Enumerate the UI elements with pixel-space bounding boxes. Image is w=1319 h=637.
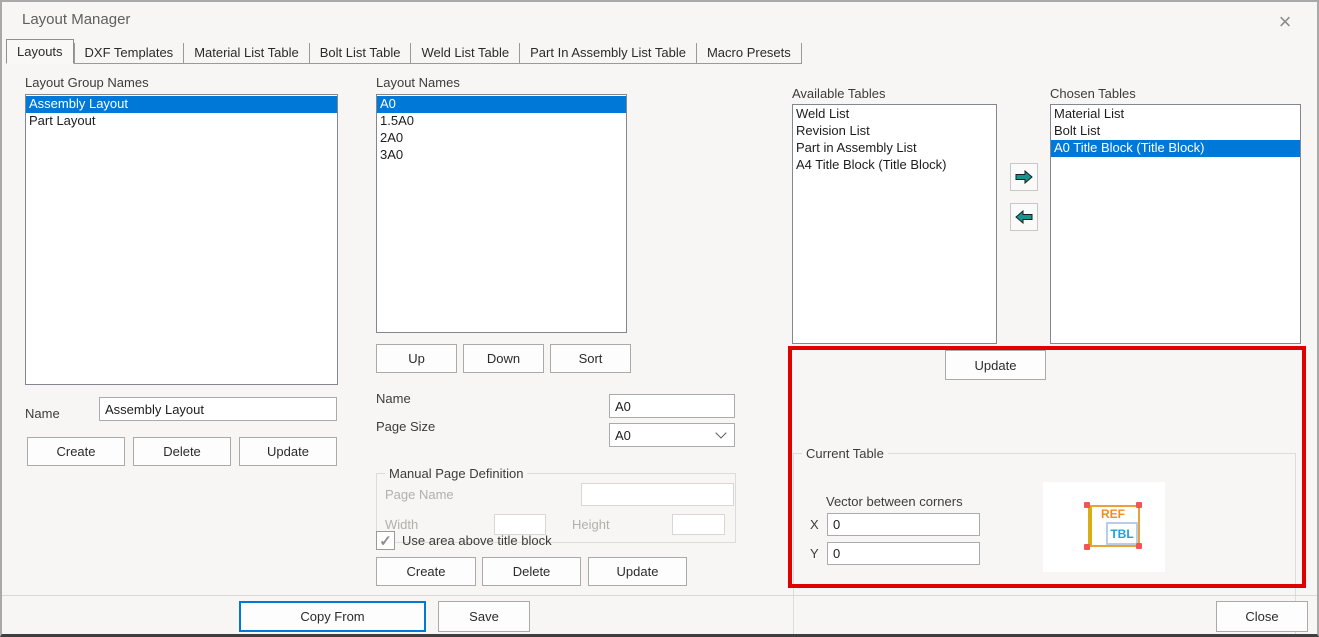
list-item[interactable]: 2A0 bbox=[377, 130, 626, 147]
list-item[interactable]: Assembly Layout bbox=[26, 96, 337, 113]
layout-group-names-label: Layout Group Names bbox=[25, 75, 149, 90]
group-name-label: Name bbox=[25, 406, 60, 421]
height-input[interactable] bbox=[672, 514, 725, 535]
page-size-label: Page Size bbox=[376, 419, 435, 434]
current-table-title: Current Table bbox=[802, 446, 888, 461]
check-icon: ✓ bbox=[379, 532, 392, 550]
group-update-button[interactable]: Update bbox=[239, 437, 337, 466]
page-name-input[interactable] bbox=[581, 483, 734, 506]
page-size-value: A0 bbox=[615, 428, 631, 443]
use-area-above-title-block-checkbox[interactable]: ✓ bbox=[376, 531, 395, 550]
vector-y-input[interactable] bbox=[827, 542, 980, 565]
window-close-button[interactable]: × bbox=[1268, 8, 1302, 36]
height-label: Height bbox=[572, 517, 610, 532]
chevron-down-icon bbox=[715, 427, 726, 438]
corner-dot bbox=[1136, 543, 1142, 549]
save-button[interactable]: Save bbox=[438, 601, 530, 632]
tab-material-list-table[interactable]: Material List Table bbox=[184, 43, 310, 64]
arrow-left-icon bbox=[1015, 210, 1033, 224]
layout-name-label: Name bbox=[376, 391, 411, 406]
tab-label: Material List Table bbox=[194, 45, 299, 60]
footer-divider bbox=[2, 595, 1319, 596]
list-item[interactable]: Part in Assembly List bbox=[793, 140, 996, 157]
tab-label: Part In Assembly List Table bbox=[530, 45, 686, 60]
up-button[interactable]: Up bbox=[376, 344, 457, 373]
layout-delete-button[interactable]: Delete bbox=[482, 557, 581, 586]
vector-x-label: X bbox=[810, 517, 819, 532]
tab-label: Bolt List Table bbox=[320, 45, 401, 60]
tab-bolt-list-table[interactable]: Bolt List Table bbox=[310, 43, 412, 64]
tab-label: DXF Templates bbox=[85, 45, 174, 60]
use-area-above-title-block-label: Use area above title block bbox=[402, 533, 552, 548]
group-create-button[interactable]: Create bbox=[27, 437, 125, 466]
layout-names-label: Layout Names bbox=[376, 75, 460, 90]
layout-name-input[interactable] bbox=[609, 394, 735, 418]
corner-reference-diagram: REF TBL bbox=[1043, 482, 1165, 572]
move-left-button[interactable] bbox=[1010, 203, 1038, 231]
list-item[interactable]: Weld List bbox=[793, 106, 996, 123]
available-tables-label: Available Tables bbox=[792, 86, 885, 101]
layout-names-listbox[interactable]: A0 1.5A0 2A0 3A0 bbox=[376, 94, 627, 333]
vector-x-input[interactable] bbox=[827, 513, 980, 536]
list-item[interactable]: Revision List bbox=[793, 123, 996, 140]
width-input[interactable] bbox=[494, 514, 546, 535]
sort-button[interactable]: Sort bbox=[550, 344, 631, 373]
layout-manager-dialog: Layout Manager × Layouts DXF Templates M… bbox=[0, 0, 1319, 637]
list-item[interactable]: 3A0 bbox=[377, 147, 626, 164]
list-item[interactable]: Bolt List bbox=[1051, 123, 1300, 140]
move-right-button[interactable] bbox=[1010, 163, 1038, 191]
list-item[interactable]: 1.5A0 bbox=[377, 113, 626, 130]
manual-page-definition-title: Manual Page Definition bbox=[385, 466, 527, 481]
corner-dot bbox=[1136, 502, 1142, 508]
vector-y-label: Y bbox=[810, 546, 819, 561]
close-button[interactable]: Close bbox=[1216, 601, 1308, 632]
list-item[interactable]: Material List bbox=[1051, 106, 1300, 123]
page-size-select[interactable]: A0 bbox=[609, 423, 735, 447]
tab-part-in-assembly-list-table[interactable]: Part In Assembly List Table bbox=[520, 43, 697, 64]
tab-weld-list-table[interactable]: Weld List Table bbox=[411, 43, 520, 64]
tab-label: Weld List Table bbox=[421, 45, 509, 60]
available-tables-listbox[interactable]: Weld List Revision List Part in Assembly… bbox=[792, 104, 997, 344]
current-table-update-button[interactable]: Update bbox=[945, 350, 1046, 380]
list-item[interactable]: Part Layout bbox=[26, 113, 337, 130]
tbl-label: TBL bbox=[1110, 527, 1133, 541]
group-name-input[interactable] bbox=[99, 397, 337, 421]
chosen-tables-label: Chosen Tables bbox=[1050, 86, 1136, 101]
tab-dxf-templates[interactable]: DXF Templates bbox=[74, 43, 185, 64]
group-delete-button[interactable]: Delete bbox=[133, 437, 231, 466]
chosen-tables-listbox[interactable]: Material List Bolt List A0 Title Block (… bbox=[1050, 104, 1301, 344]
list-item[interactable]: A4 Title Block (Title Block) bbox=[793, 157, 996, 174]
width-label: Width bbox=[385, 517, 418, 532]
close-icon: × bbox=[1279, 11, 1292, 33]
copy-from-button[interactable]: Copy From bbox=[239, 601, 426, 632]
page-name-label: Page Name bbox=[385, 487, 454, 502]
list-item[interactable]: A0 Title Block (Title Block) bbox=[1051, 140, 1300, 157]
tab-label: Layouts bbox=[17, 44, 63, 59]
layout-create-button[interactable]: Create bbox=[376, 557, 476, 586]
layout-update-button[interactable]: Update bbox=[588, 557, 687, 586]
arrow-right-icon bbox=[1015, 170, 1033, 184]
tbl-box-shape: TBL bbox=[1106, 522, 1138, 545]
vector-between-corners-label: Vector between corners bbox=[826, 494, 963, 509]
tab-label: Macro Presets bbox=[707, 45, 791, 60]
down-button[interactable]: Down bbox=[463, 344, 544, 373]
corner-dot bbox=[1084, 544, 1090, 550]
ref-label: REF bbox=[1101, 507, 1125, 521]
list-item[interactable]: A0 bbox=[377, 96, 626, 113]
tab-strip: Layouts DXF Templates Material List Tabl… bbox=[6, 39, 802, 64]
window-title: Layout Manager bbox=[22, 11, 130, 28]
layout-group-names-listbox[interactable]: Assembly Layout Part Layout bbox=[25, 94, 338, 385]
tab-macro-presets[interactable]: Macro Presets bbox=[697, 43, 802, 64]
corner-dot bbox=[1084, 502, 1090, 508]
tab-layouts[interactable]: Layouts bbox=[6, 39, 74, 64]
